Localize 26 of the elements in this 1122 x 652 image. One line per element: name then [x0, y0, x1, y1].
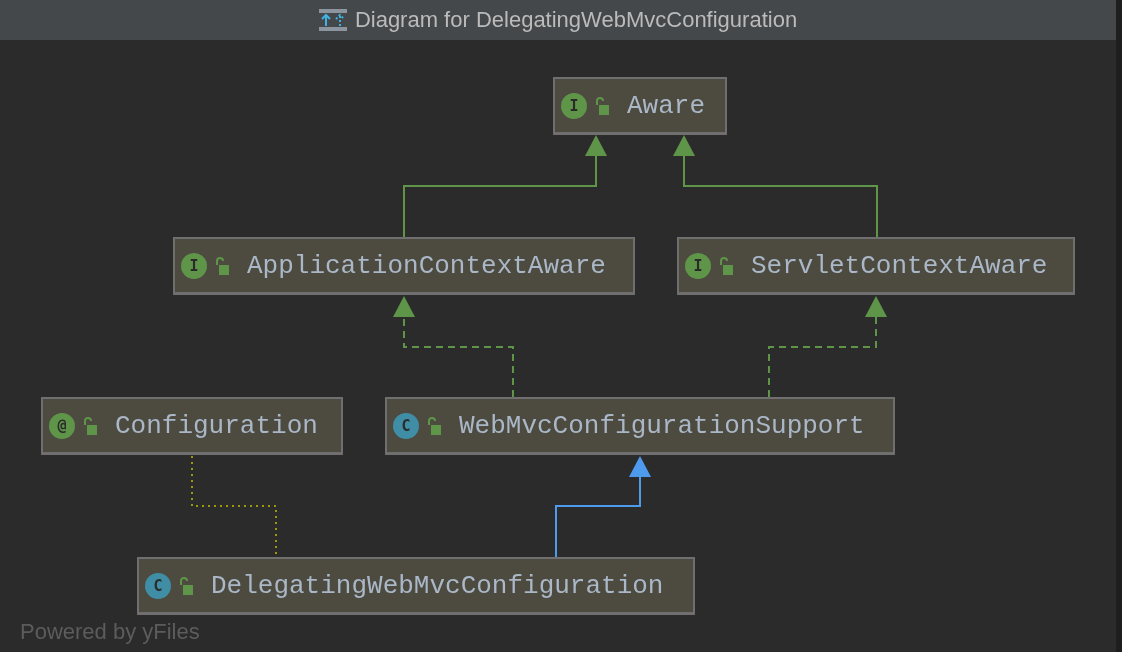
class-name: WebMvcConfigurationSupport	[459, 410, 865, 441]
type-badge: C	[145, 572, 171, 599]
class-node[interactable]: @ Configuration	[41, 397, 343, 455]
type-badge: I	[685, 252, 711, 279]
class-name: Aware	[627, 90, 705, 121]
class-name: ServletContextAware	[751, 250, 1048, 281]
type-badge: C	[393, 412, 419, 439]
type-badge: I	[181, 252, 207, 279]
class-node[interactable]: I ApplicationContextAware	[173, 237, 635, 295]
padlock-icon	[595, 96, 609, 115]
class-node[interactable]: C WebMvcConfigurationSupport	[385, 397, 895, 455]
padlock-icon	[83, 416, 97, 435]
class-node[interactable]: I Aware	[553, 77, 727, 135]
padlock-icon	[215, 256, 229, 275]
class-name: ApplicationContextAware	[247, 250, 606, 281]
diagram-icon	[318, 9, 347, 31]
class-node[interactable]: C DelegatingWebMvcConfiguration	[137, 557, 695, 615]
padlock-icon	[719, 256, 733, 275]
padlock-icon	[427, 416, 441, 435]
class-name: DelegatingWebMvcConfiguration	[211, 570, 664, 601]
class-node[interactable]: I ServletContextAware	[677, 237, 1075, 295]
padlock-icon	[179, 576, 193, 595]
type-badge: I	[561, 92, 587, 119]
class-name: Configuration	[115, 410, 318, 441]
window-title: Diagram for DelegatingWebMvcConfiguration	[354, 7, 798, 33]
type-badge: @	[49, 412, 75, 439]
